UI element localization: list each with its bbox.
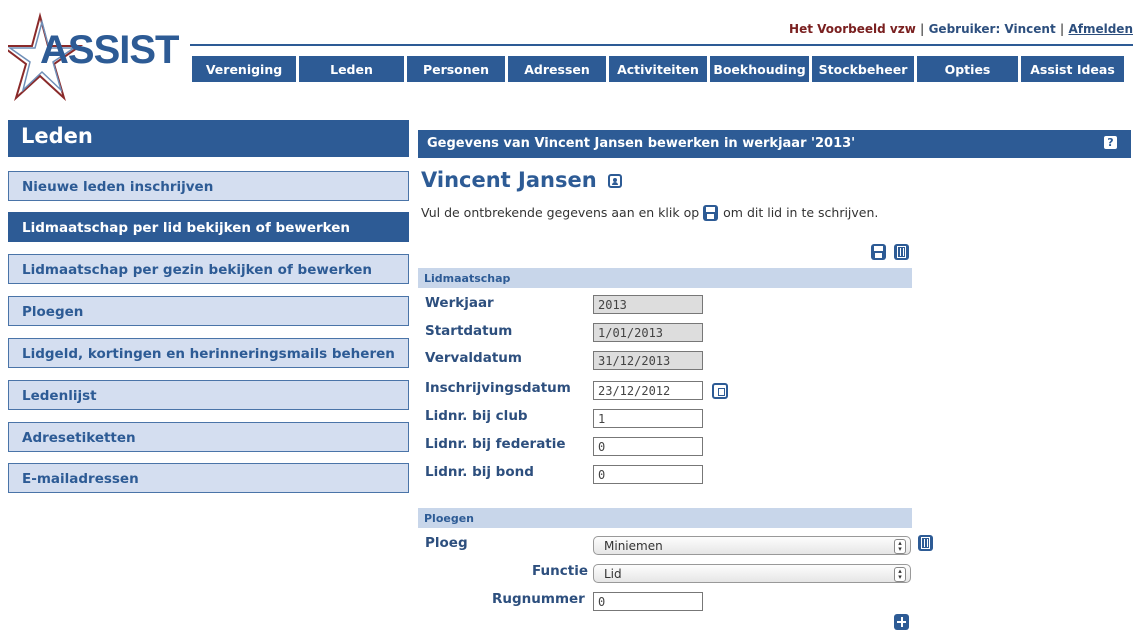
label-vervaldatum: Vervaldatum bbox=[425, 350, 522, 366]
nav-activiteiten[interactable]: Activiteiten bbox=[609, 56, 707, 82]
chevron-updown-icon: ▴ ▾ bbox=[894, 567, 906, 582]
nav-stockbeheer[interactable]: Stockbeheer bbox=[812, 56, 914, 82]
header-divider bbox=[190, 44, 1133, 46]
person-name: Vincent Jansen bbox=[421, 168, 622, 192]
label-lidnr-bond: Lidnr. bij bond bbox=[425, 464, 534, 480]
organization-name: Het Voorbeeld vzw bbox=[789, 22, 916, 36]
assist-logo[interactable]: ASSIST bbox=[0, 12, 188, 104]
person-icon[interactable] bbox=[607, 174, 622, 188]
top-user-bar: Het Voorbeeld vzw | Gebruiker: Vincent |… bbox=[789, 22, 1133, 36]
rugnummer-field[interactable]: 0 bbox=[593, 592, 703, 611]
separator: | bbox=[920, 22, 925, 36]
logout-link[interactable]: Afmelden bbox=[1068, 22, 1133, 36]
vervaldatum-field: 31/12/2013 bbox=[593, 351, 703, 370]
save-icon bbox=[703, 204, 719, 221]
instruction-before: Vul de ontbrekende gegevens aan en klik … bbox=[421, 205, 700, 220]
sidebar-item-ledenlijst[interactable]: Ledenlijst bbox=[8, 380, 409, 410]
label-inschrijvingsdatum: Inschrijvingsdatum bbox=[425, 380, 571, 396]
nav-adressen[interactable]: Adressen bbox=[508, 56, 606, 82]
label-lidnr-federatie: Lidnr. bij federatie bbox=[425, 436, 566, 452]
ploeg-select-value: Miniemen bbox=[604, 539, 663, 553]
label-startdatum: Startdatum bbox=[425, 323, 513, 339]
section-ploegen: Ploegen bbox=[418, 508, 912, 528]
label-werkjaar: Werkjaar bbox=[425, 295, 494, 311]
sidebar-item-lidmaatschap-per-gezin[interactable]: Lidmaatschap per gezin bekijken of bewer… bbox=[8, 254, 409, 284]
functie-select[interactable]: Lid ▴ ▾ bbox=[593, 564, 911, 583]
instruction-after: om dit lid in te schrijven. bbox=[723, 205, 879, 220]
chevron-updown-icon: ▴ ▾ bbox=[894, 539, 906, 554]
help-icon[interactable]: ? bbox=[1104, 136, 1117, 149]
werkjaar-field: 2013 bbox=[593, 295, 703, 314]
sidebar-item-lidmaatschap-per-lid[interactable]: Lidmaatschap per lid bekijken of bewerke… bbox=[8, 212, 409, 242]
lidnr-bond-field[interactable]: 0 bbox=[593, 465, 703, 484]
sidebar-title: Leden bbox=[8, 120, 409, 157]
label-rugnummer: Rugnummer bbox=[492, 591, 585, 607]
nav-opties[interactable]: Opties bbox=[917, 56, 1018, 82]
trash-icon[interactable] bbox=[918, 535, 933, 551]
label-lidnr-club: Lidnr. bij club bbox=[425, 408, 528, 424]
edit-header: Gegevens van Vincent Jansen bewerken in … bbox=[418, 130, 1131, 158]
nav-leden[interactable]: Leden bbox=[299, 56, 404, 82]
inschrijvingsdatum-field[interactable]: 23/12/2012 bbox=[593, 381, 703, 400]
save-icon[interactable] bbox=[871, 244, 886, 260]
label-functie: Functie bbox=[532, 563, 589, 579]
user-label: Gebruiker: Vincent bbox=[928, 22, 1056, 36]
separator: | bbox=[1059, 22, 1065, 36]
nav-vereniging[interactable]: Vereniging bbox=[192, 56, 296, 82]
sidebar-item-ploegen[interactable]: Ploegen bbox=[8, 296, 409, 326]
instruction-text: Vul de ontbrekende gegevens aan en klik … bbox=[421, 204, 879, 222]
sidebar-item-adresetiketten[interactable]: Adresetiketten bbox=[8, 422, 409, 452]
nav-boekhouding[interactable]: Boekhouding bbox=[710, 56, 809, 82]
nav-assist-ideas[interactable]: Assist Ideas bbox=[1021, 56, 1124, 82]
calendar-icon[interactable] bbox=[712, 382, 728, 399]
sidebar-item-nieuwe-leden[interactable]: Nieuwe leden inschrijven bbox=[8, 171, 409, 201]
startdatum-field: 1/01/2013 bbox=[593, 323, 703, 342]
lidnr-federatie-field[interactable]: 0 bbox=[593, 437, 703, 456]
person-name-text: Vincent Jansen bbox=[421, 168, 597, 192]
section-lidmaatschap: Lidmaatschap bbox=[418, 268, 912, 288]
functie-select-value: Lid bbox=[604, 567, 622, 581]
edit-header-title: Gegevens van Vincent Jansen bewerken in … bbox=[427, 136, 856, 151]
lidnr-club-field[interactable]: 1 bbox=[593, 409, 703, 428]
label-ploeg: Ploeg bbox=[425, 535, 468, 551]
ploeg-select[interactable]: Miniemen ▴ ▾ bbox=[593, 536, 911, 555]
trash-icon[interactable] bbox=[894, 244, 909, 260]
nav-personen[interactable]: Personen bbox=[407, 56, 505, 82]
sidebar-item-e-mailadressen[interactable]: E-mailadressen bbox=[8, 463, 409, 493]
main-nav: Vereniging Leden Personen Adressen Activ… bbox=[192, 56, 1124, 82]
logo-text: ASSIST bbox=[40, 28, 179, 72]
sidebar-item-lidgeld[interactable]: Lidgeld, kortingen en herinneringsmails … bbox=[8, 338, 409, 368]
save-inline bbox=[703, 204, 719, 222]
